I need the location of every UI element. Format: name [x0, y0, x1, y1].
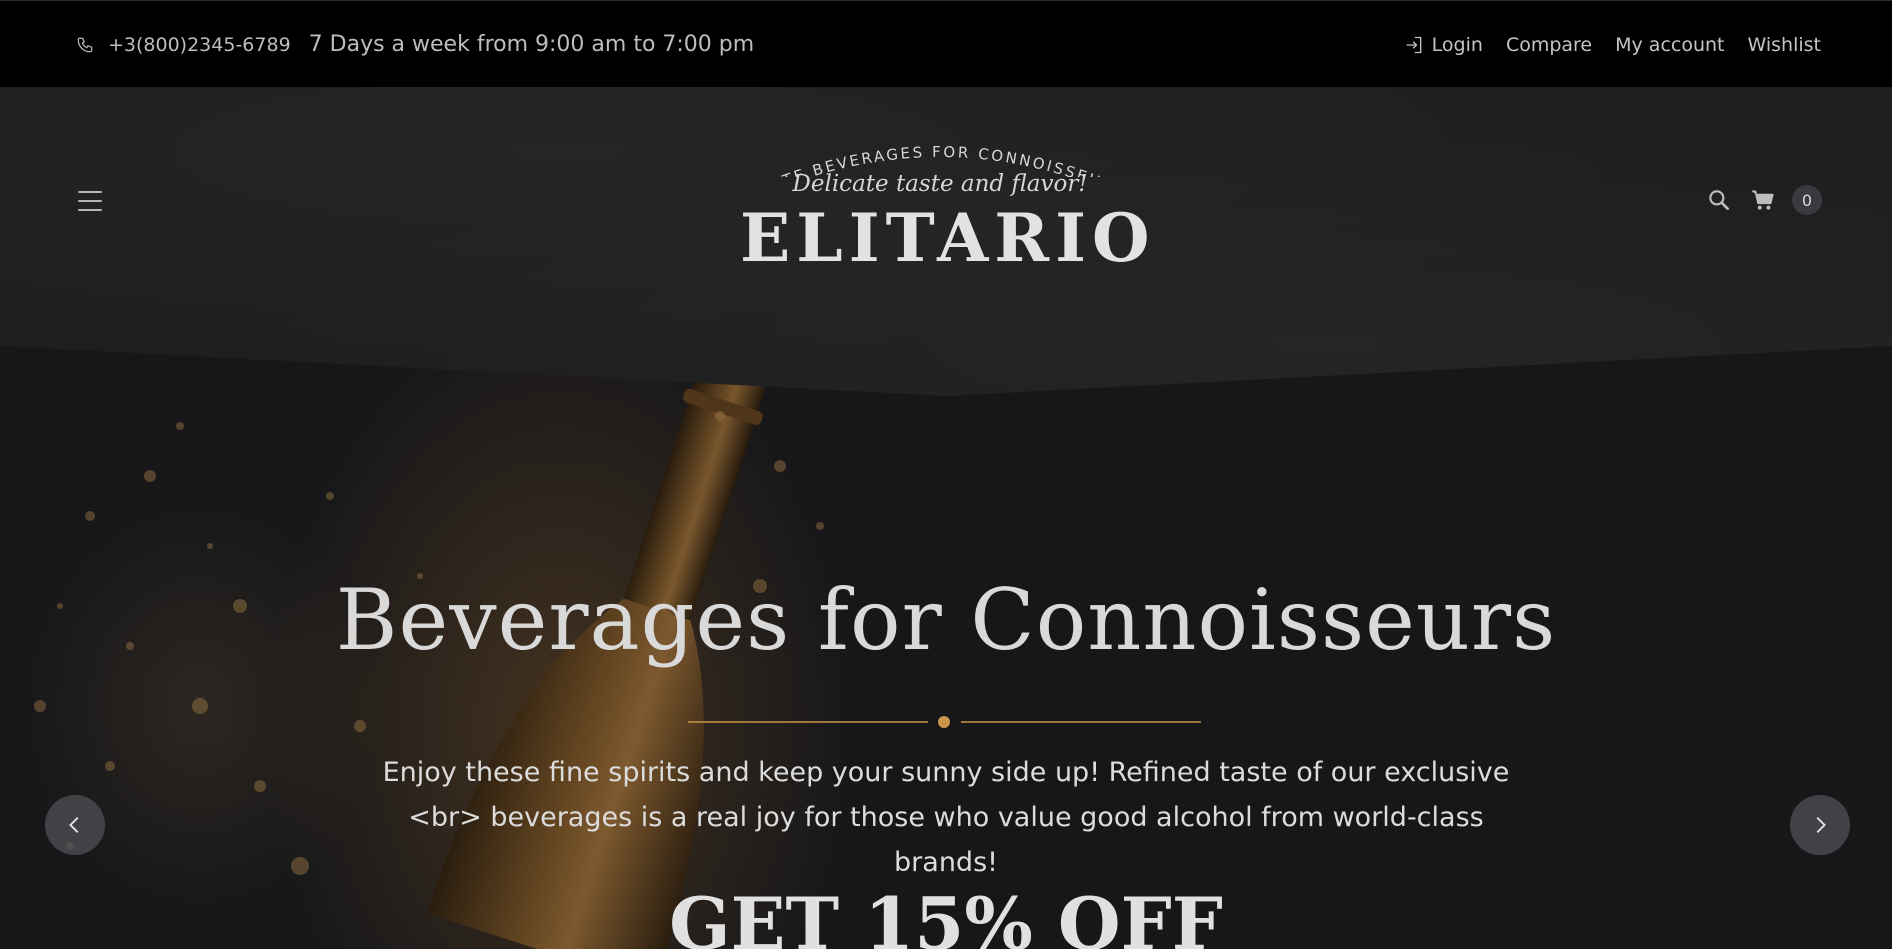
hero-promo: GET 15% OFF — [669, 881, 1223, 949]
cart-icon[interactable] — [1750, 187, 1776, 213]
site-logo[interactable]: ELITE BEVERAGES FOR CONNOISSEURS Delicat… — [740, 117, 1156, 297]
my-account-link[interactable]: My account — [1615, 34, 1724, 56]
hero-divider — [688, 716, 1201, 728]
header-actions: 0 — [1706, 185, 1822, 215]
opening-hours: 7 Days a week from 9:00 am to 7:00 pm — [308, 32, 755, 57]
logo-arc: ELITE BEVERAGES FOR CONNOISSEURS — [740, 117, 1104, 177]
logo-tagline: Delicate taste and flavor! — [792, 171, 1088, 197]
hero-title: Beverages for Connoisseurs — [335, 571, 1557, 669]
site-header: ELITE BEVERAGES FOR CONNOISSEURS Delicat… — [0, 87, 1892, 407]
contact-info: +3(800)2345-6789 7 Days a week from 9:00… — [76, 1, 754, 88]
cart-count-badge[interactable]: 0 — [1792, 185, 1822, 215]
login-label: Login — [1431, 33, 1483, 56]
menu-icon[interactable] — [78, 191, 102, 211]
top-bar: +3(800)2345-6789 7 Days a week from 9:00… — [0, 0, 1892, 87]
login-link[interactable]: Login — [1404, 34, 1483, 56]
hero-description: Enjoy these fine spirits and keep your s… — [382, 757, 1510, 878]
slider-prev-button[interactable] — [45, 795, 105, 855]
svg-text:ELITE BEVERAGES FOR CONNOISSEU: ELITE BEVERAGES FOR CONNOISSEURS — [740, 117, 1104, 177]
logo-arc-text: ELITE BEVERAGES FOR CONNOISSEURS — [740, 117, 1102, 177]
compare-link[interactable]: Compare — [1506, 34, 1592, 56]
chevron-right-icon — [1816, 817, 1826, 833]
phone-number[interactable]: +3(800)2345-6789 — [108, 34, 291, 56]
login-icon — [1404, 35, 1424, 55]
search-icon[interactable] — [1706, 187, 1732, 213]
chevron-left-icon — [69, 817, 79, 833]
wishlist-link[interactable]: Wishlist — [1748, 34, 1822, 56]
slider-next-button[interactable] — [1790, 795, 1850, 855]
hero-slider: Beverages for Connoisseurs Enjoy these f… — [0, 346, 1892, 949]
account-links: Login Compare My account Wishlist — [1404, 1, 1821, 88]
logo-name: ELITARIO — [740, 199, 1156, 277]
phone-icon — [76, 36, 94, 54]
